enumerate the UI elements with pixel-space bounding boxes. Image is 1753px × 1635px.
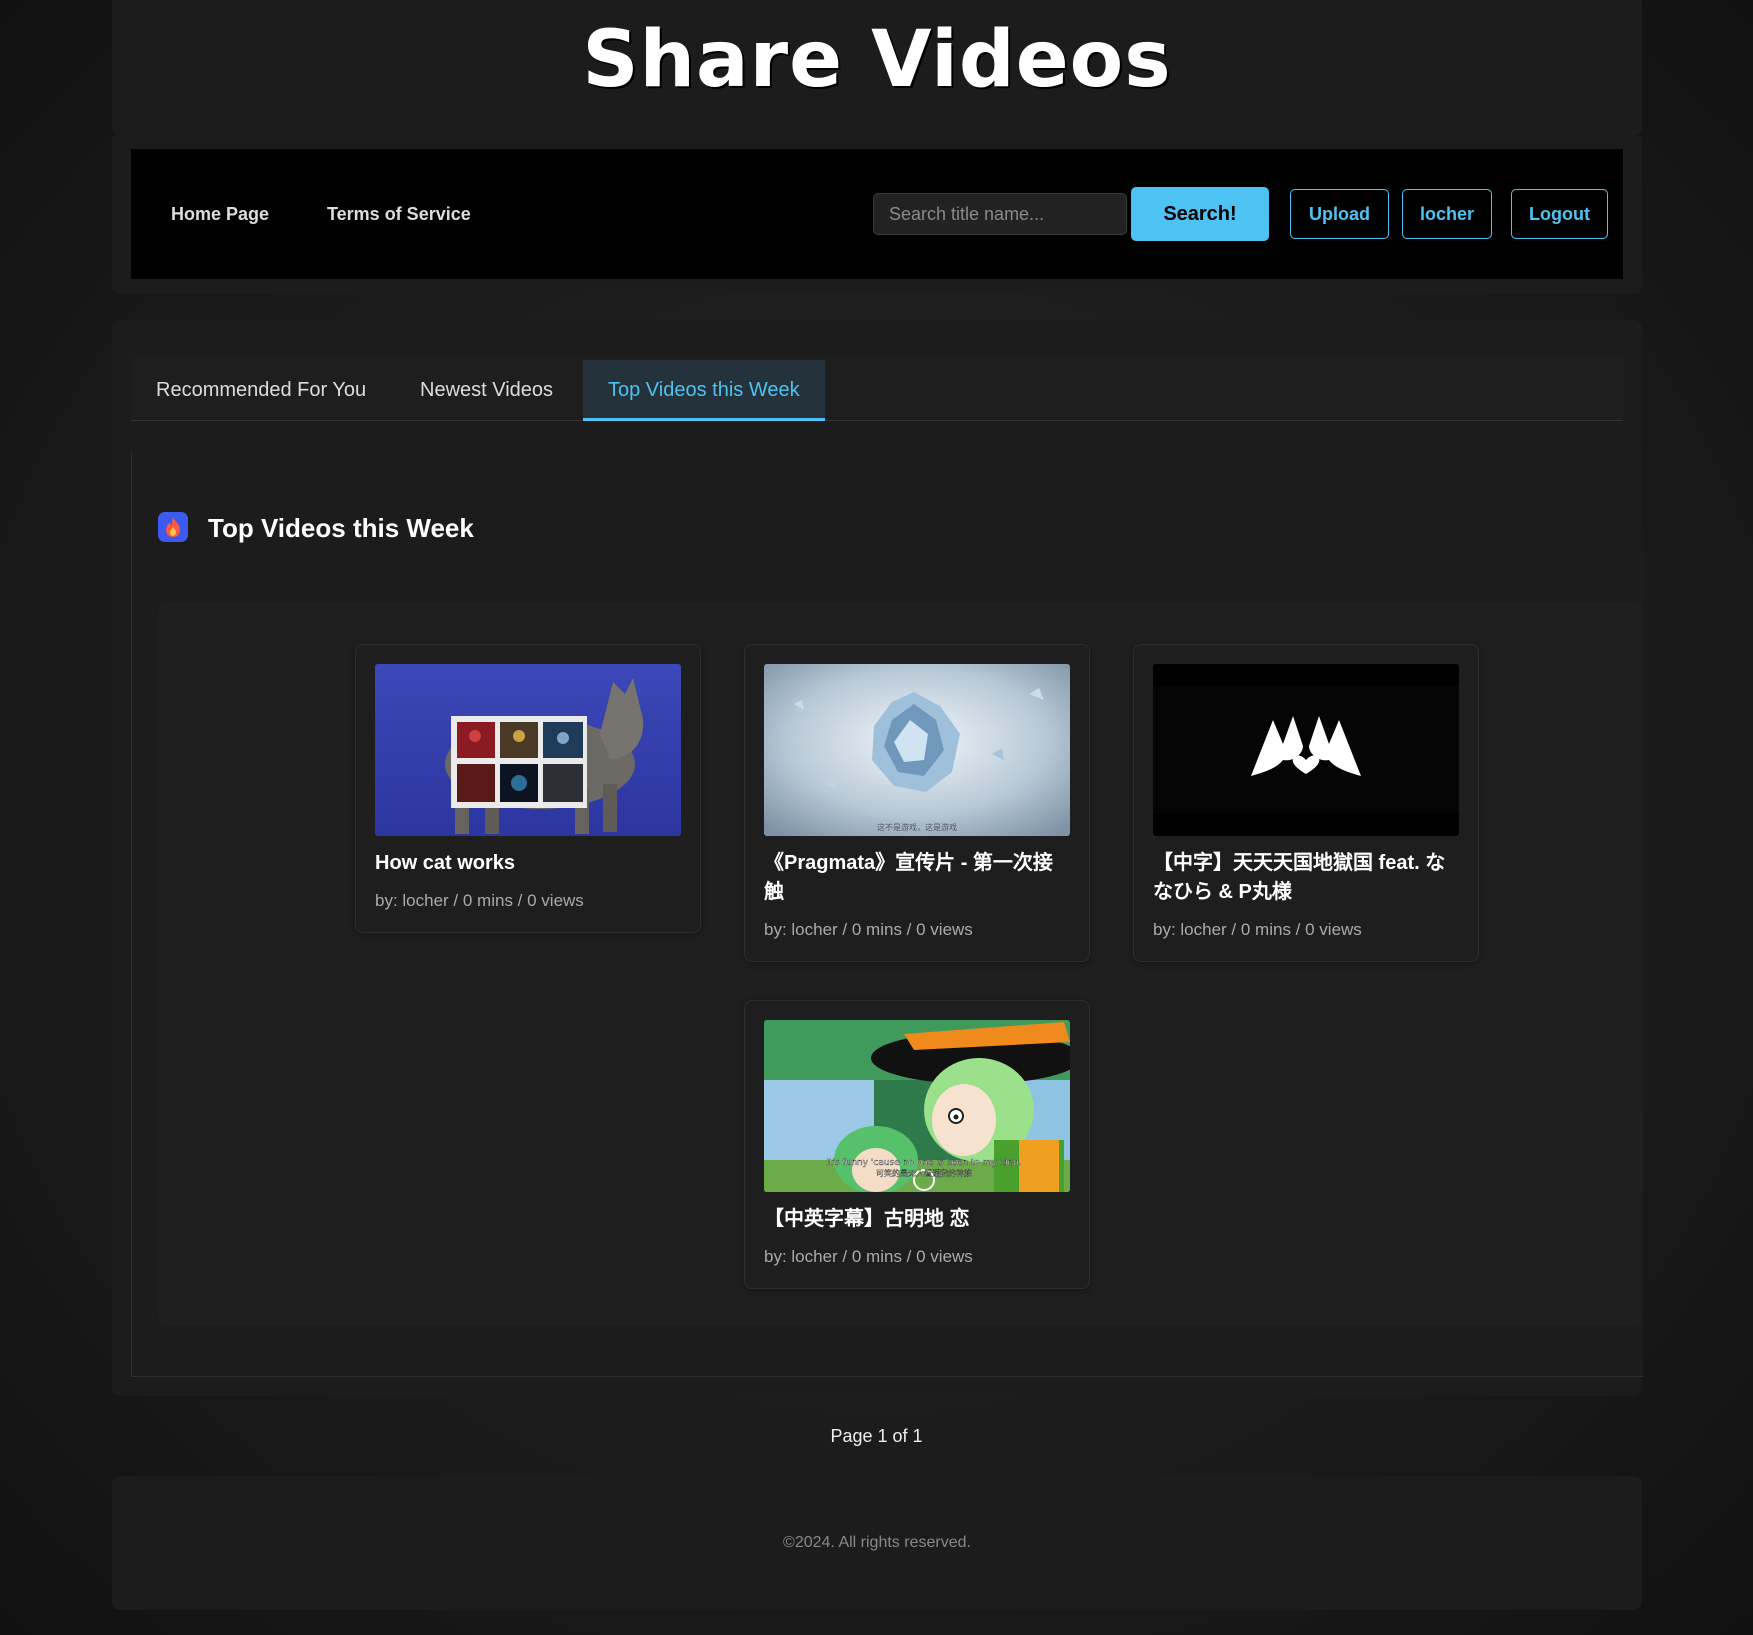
tab-panel: Top Videos this Week How cat works by: l… [131, 452, 1643, 1377]
video-caption: 这不是游戏，这是游戏 [877, 822, 957, 832]
nav-home-link[interactable]: Home Page [171, 149, 269, 279]
video-title[interactable]: 【中英字幕】古明地 恋 [764, 1205, 1070, 1234]
video-thumbnail-logo[interactable] [1153, 664, 1459, 836]
footer: ©2024. All rights reserved. [112, 1476, 1642, 1610]
video-title[interactable]: 【中字】天天天国地獄国 feat. ななひら & P丸様 [1153, 849, 1459, 907]
logout-button[interactable]: Logout [1511, 189, 1608, 239]
video-meta: by: locher / 0 mins / 0 views [764, 1247, 973, 1266]
search-input[interactable] [873, 193, 1127, 235]
video-card[interactable]: 【中字】天天天国地獄国 feat. ななひら & P丸様 by: locher … [1133, 644, 1479, 962]
video-card[interactable]: It's funny 'cause no one is keen to my k… [744, 1000, 1090, 1289]
video-card[interactable]: How cat works by: locher / 0 mins / 0 vi… [355, 644, 701, 933]
site-title: Share Videos [582, 15, 1172, 105]
tab-bar: Recommended For You Newest Videos Top Vi… [131, 358, 1623, 421]
nav-container: Home Page Terms of Service Search! Uploa… [112, 136, 1642, 294]
fire-icon [158, 512, 188, 542]
navbar: Home Page Terms of Service Search! Uploa… [131, 149, 1623, 279]
site-header: Share Videos [112, 0, 1642, 136]
video-title[interactable]: How cat works [375, 849, 681, 878]
upload-button[interactable]: Upload [1290, 189, 1389, 239]
section-title: Top Videos this Week [208, 513, 474, 543]
video-thumbnail-anime[interactable]: It's funny 'cause no one is keen to my k… [764, 1020, 1070, 1192]
video-card[interactable]: 这不是游戏，这是游戏 《Pragmata》宣传片 - 第一次接触 by: loc… [744, 644, 1090, 962]
user-button[interactable]: locher [1402, 189, 1492, 239]
video-thumbnail-crystal[interactable]: 这不是游戏，这是游戏 [764, 664, 1070, 836]
tab-newest[interactable]: Newest Videos [395, 360, 578, 420]
video-meta: by: locher / 0 mins / 0 views [764, 920, 973, 939]
video-meta: by: locher / 0 mins / 0 views [1153, 920, 1362, 939]
video-grid: How cat works by: locher / 0 mins / 0 vi… [159, 602, 1643, 1326]
main-content: Recommended For You Newest Videos Top Vi… [112, 320, 1643, 1396]
video-caption-zh: 可笑的是无人看透我的神族 [876, 1168, 972, 1178]
video-meta: by: locher / 0 mins / 0 views [375, 891, 584, 910]
video-thumbnail-cat[interactable] [375, 664, 681, 836]
copyright-text: ©2024. All rights reserved. [783, 1534, 971, 1551]
search-button[interactable]: Search! [1131, 187, 1269, 241]
nav-terms-link[interactable]: Terms of Service [327, 149, 471, 279]
video-caption-en: It's funny 'cause no one is keen to my k… [826, 1158, 1022, 1168]
tab-top-week[interactable]: Top Videos this Week [583, 360, 825, 421]
tab-recommended[interactable]: Recommended For You [131, 360, 391, 420]
video-title[interactable]: 《Pragmata》宣传片 - 第一次接触 [764, 849, 1070, 907]
pagination-text: Page 1 of 1 [830, 1426, 923, 1446]
